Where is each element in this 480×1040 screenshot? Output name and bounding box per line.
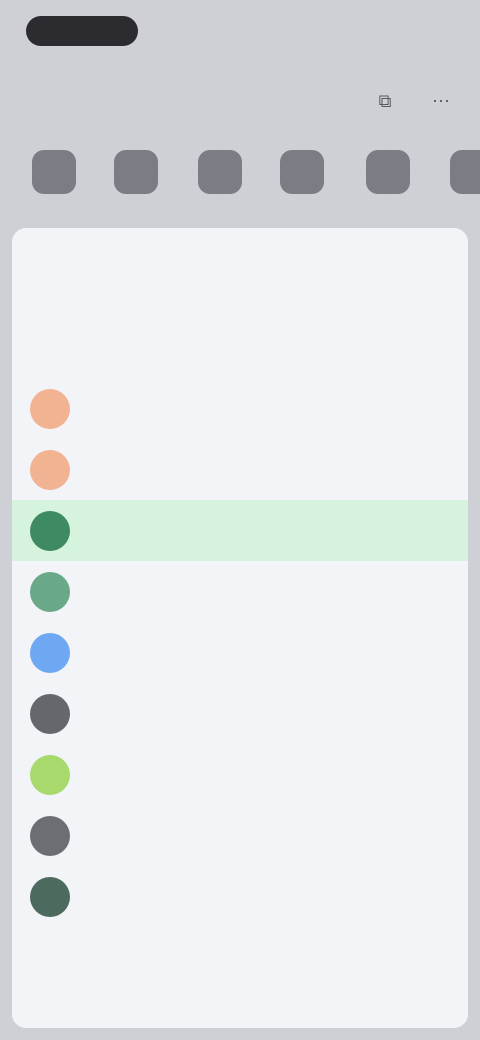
list-item[interactable] [12,500,468,561]
contact-icon [30,510,70,551]
status-bar [0,0,480,64]
copy-icon[interactable]: ⧉ [372,90,398,112]
app-icon [32,150,76,194]
list-item[interactable] [12,744,468,805]
list-item[interactable] [12,439,468,500]
option-list [12,378,468,927]
app-icon [366,150,410,194]
status-indicators [370,22,440,38]
app-icon [198,150,242,194]
list-item[interactable] [12,378,468,439]
contact-icon [30,693,70,734]
share-target-2[interactable] [98,140,174,230]
app-icon [114,150,158,194]
more-icon[interactable]: ⋯ [428,90,454,112]
contact-icon [30,449,70,490]
share-header: ⧉ ⋯ [0,78,480,126]
list-item[interactable] [12,622,468,683]
status-time [26,16,138,46]
bottom-sheet [12,228,468,1028]
contact-icon [30,571,70,612]
list-item[interactable] [12,805,468,866]
list-item[interactable] [12,866,468,927]
share-targets-row [0,140,480,230]
contact-icon [30,754,70,795]
share-target-1[interactable] [16,140,92,230]
share-target-4[interactable] [264,140,340,230]
share-target-5[interactable] [350,140,426,230]
contact-icon [30,876,70,917]
contact-icon [30,388,70,429]
list-item[interactable] [12,561,468,622]
share-target-3[interactable] [182,140,258,230]
share-target-6[interactable] [434,140,480,230]
app-icon [450,150,480,194]
app-icon [280,150,324,194]
list-item[interactable] [12,683,468,744]
contact-icon [30,632,70,673]
contact-icon [30,815,70,856]
